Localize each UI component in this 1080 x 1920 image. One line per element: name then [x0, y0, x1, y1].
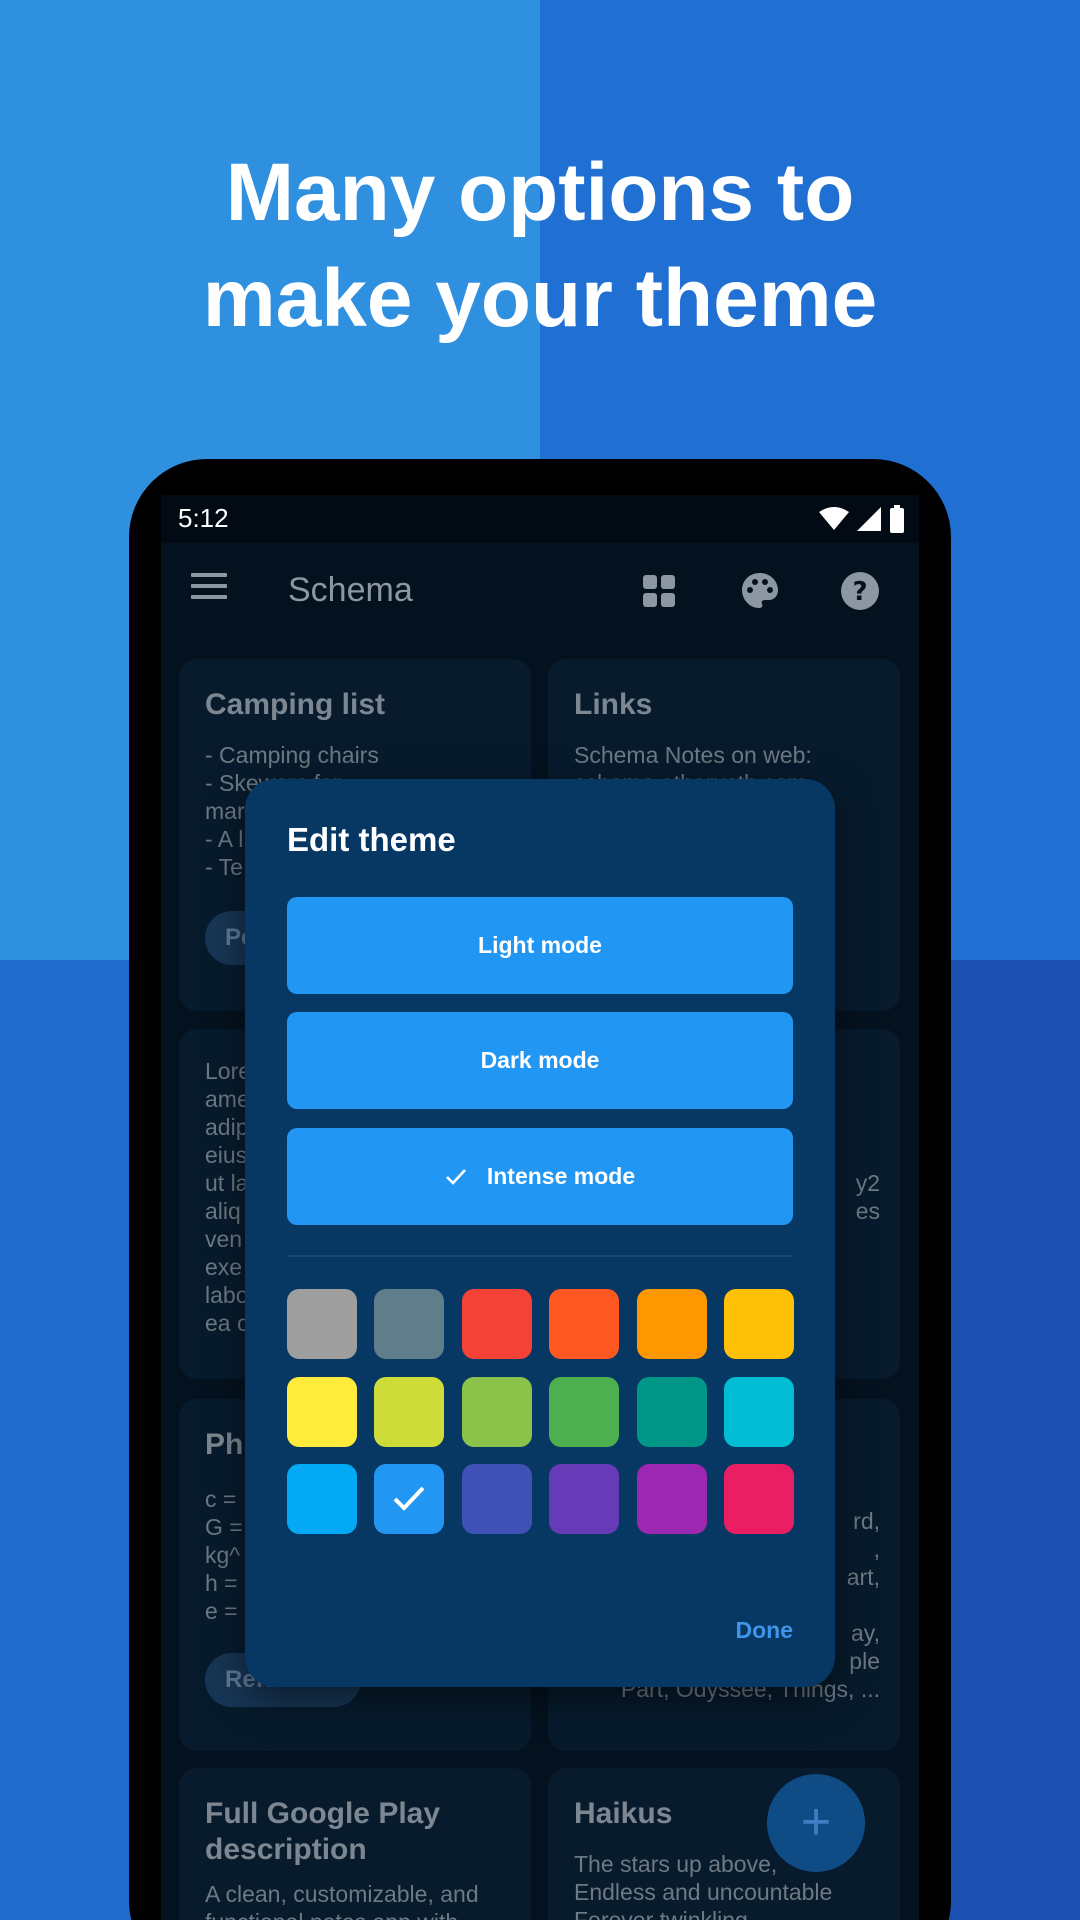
mode-label: Light mode	[478, 932, 602, 958]
intense-mode-button[interactable]: Intense mode	[287, 1128, 793, 1225]
check-icon	[445, 1168, 466, 1185]
color-swatch[interactable]	[374, 1289, 445, 1359]
dark-mode-button[interactable]: Dark mode	[287, 1012, 793, 1109]
note-title: Full Google Play description	[205, 1797, 441, 1866]
color-swatch[interactable]	[549, 1464, 620, 1534]
note-title: Haikus	[574, 1797, 673, 1830]
app-title: Schema	[288, 571, 413, 609]
color-swatch[interactable]	[287, 1289, 357, 1359]
light-mode-button[interactable]: Light mode	[287, 897, 793, 994]
status-bar: 5:12	[161, 495, 919, 543]
note-title: Ph	[205, 1428, 244, 1461]
battery-icon	[890, 505, 904, 533]
color-swatch[interactable]	[724, 1464, 794, 1534]
signal-icon	[857, 507, 881, 531]
app-bar: Schema ?	[161, 543, 919, 643]
color-swatch[interactable]	[374, 1376, 445, 1447]
promo-headline: Many options to make your theme	[0, 140, 1080, 352]
dialog-divider	[287, 1255, 793, 1257]
color-swatch[interactable]	[636, 1464, 707, 1534]
check-icon	[393, 1486, 425, 1511]
color-swatch[interactable]	[549, 1289, 620, 1359]
edit-theme-dialog: Edit theme Light mode Dark mode Intense …	[245, 779, 835, 1687]
note-title: Camping list	[205, 688, 386, 721]
add-note-button[interactable]: +	[767, 1774, 865, 1872]
mode-label: Intense mode	[486, 1163, 636, 1189]
mode-label: Dark mode	[480, 1047, 600, 1073]
note-card[interactable]: Full Google Play description A clean, cu…	[179, 1768, 531, 1920]
color-swatch[interactable]	[724, 1289, 794, 1359]
wifi-icon	[819, 507, 849, 530]
color-swatch[interactable]	[287, 1464, 357, 1534]
headline-line-1: Many options to	[225, 147, 855, 238]
color-swatch[interactable]	[549, 1376, 620, 1447]
done-button[interactable]: Done	[736, 1617, 794, 1644]
color-swatch[interactable]	[636, 1376, 707, 1447]
svg-text:?: ?	[852, 577, 867, 607]
status-time: 5:12	[178, 503, 229, 533]
color-swatch[interactable]	[287, 1376, 357, 1447]
help-icon[interactable]: ?	[838, 569, 882, 613]
status-icons	[819, 505, 905, 533]
palette-icon[interactable]	[738, 569, 782, 613]
color-swatch[interactable]	[461, 1376, 532, 1447]
color-swatch[interactable]	[461, 1464, 532, 1534]
headline-line-2: make your theme	[202, 253, 878, 344]
color-swatch[interactable]	[374, 1464, 445, 1534]
color-swatch[interactable]	[636, 1289, 707, 1359]
color-swatch[interactable]	[461, 1289, 532, 1359]
note-body: A clean, customizable, and functional no…	[205, 1881, 479, 1920]
menu-icon[interactable]	[191, 573, 227, 613]
dialog-title: Edit theme	[287, 821, 456, 858]
color-swatch[interactable]	[724, 1376, 794, 1447]
note-title: Links	[574, 688, 653, 721]
grid-view-icon[interactable]	[637, 569, 681, 613]
